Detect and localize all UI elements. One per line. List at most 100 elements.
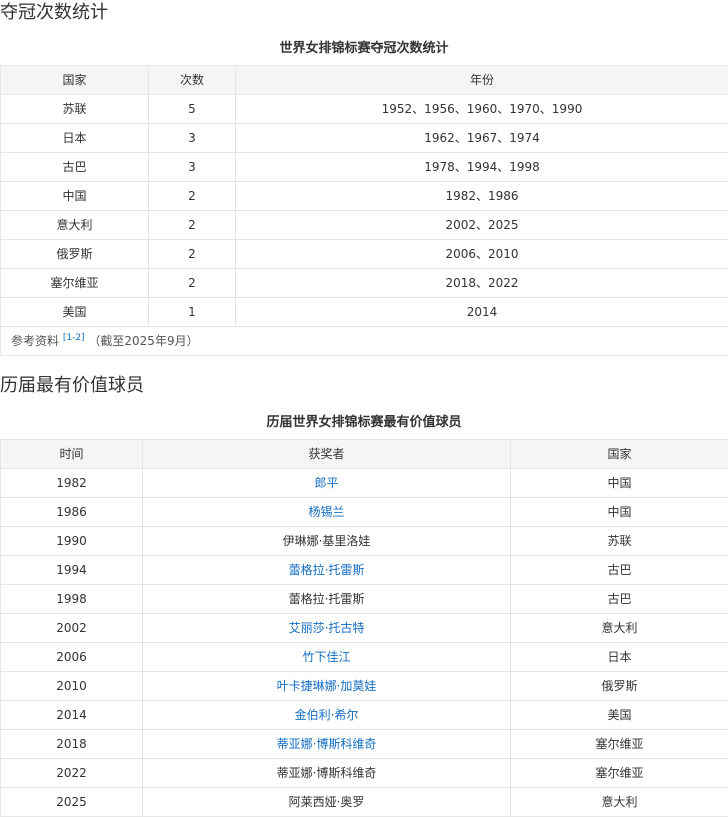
table-row: 2018 蒂亚娜·博斯科维奇 塞尔维亚 [1, 730, 728, 759]
country-cell: 日本 [511, 643, 728, 672]
winner-link[interactable]: 金伯利·希尔 [295, 708, 359, 722]
table-row: 美国12014 [1, 298, 728, 327]
column-header-years: 年份 [236, 66, 728, 95]
country-cell: 古巴 [511, 556, 728, 585]
years-cell: 1978、1994、1998 [236, 153, 728, 182]
year-cell: 1994 [1, 556, 143, 585]
years-cell: 1952、1956、1960、1970、1990 [236, 95, 728, 124]
year-cell: 2022 [1, 759, 143, 788]
winner-cell: 金伯利·希尔 [143, 701, 511, 730]
championships-table: 国家 次数 年份 苏联51952、1956、1960、1970、1990日本31… [0, 65, 728, 356]
country-cell: 塞尔维亚 [511, 730, 728, 759]
year-cell: 1990 [1, 527, 143, 556]
table-row: 2002 艾丽莎·托古特 意大利 [1, 614, 728, 643]
country-cell: 古巴 [1, 153, 149, 182]
year-cell: 2018 [1, 730, 143, 759]
country-cell: 意大利 [511, 614, 728, 643]
country-cell: 意大利 [1, 211, 149, 240]
column-header-count: 次数 [149, 66, 236, 95]
count-cell: 3 [149, 124, 236, 153]
column-header-country: 国家 [511, 440, 728, 469]
winner-cell: 蒂亚娜·博斯科维奇 [143, 759, 511, 788]
winner-cell: 杨锡兰 [143, 498, 511, 527]
count-cell: 2 [149, 211, 236, 240]
winner-link[interactable]: 蒂亚娜·博斯科维奇 [277, 737, 377, 751]
winner-link[interactable]: 蕾格拉·托雷斯 [289, 563, 365, 577]
country-cell: 意大利 [511, 788, 728, 817]
table-header-row: 时间 获奖者 国家 [1, 440, 728, 469]
count-cell: 3 [149, 153, 236, 182]
table-row: 1994 蕾格拉·托雷斯 古巴 [1, 556, 728, 585]
country-cell: 塞尔维亚 [511, 759, 728, 788]
year-cell: 1986 [1, 498, 143, 527]
count-cell: 2 [149, 269, 236, 298]
section-heading-mvp: 历届最有价值球员 [0, 374, 144, 398]
year-cell: 2010 [1, 672, 143, 701]
column-header-year: 时间 [1, 440, 143, 469]
winner-cell: 阿莱西娅·奥罗 [143, 788, 511, 817]
table-caption-mvp: 历届世界女排锦标赛最有价值球员 [0, 414, 728, 432]
winner-name: 阿莱西娅·奥罗 [289, 795, 365, 809]
years-cell: 1962、1967、1974 [236, 124, 728, 153]
country-cell: 日本 [1, 124, 149, 153]
column-header-country: 国家 [1, 66, 149, 95]
year-cell: 2002 [1, 614, 143, 643]
table-row: 俄罗斯22006、2010 [1, 240, 728, 269]
winner-cell: 艾丽莎·托古特 [143, 614, 511, 643]
mvp-table: 时间 获奖者 国家 1982郎平中国1986杨锡兰中国1990伊琳娜·基里洛娃苏… [0, 439, 728, 817]
winner-cell: 蕾格拉·托雷斯 [143, 556, 511, 585]
country-cell: 中国 [511, 498, 728, 527]
country-cell: 俄罗斯 [511, 672, 728, 701]
winner-link[interactable]: 郎平 [314, 476, 338, 490]
winner-cell: 叶卡捷琳娜·加莫娃 [143, 672, 511, 701]
country-cell: 苏联 [511, 527, 728, 556]
table-caption-championships: 世界女排锦标赛夺冠次数统计 [0, 40, 728, 58]
footnote-suffix: （截至2025年9月） [88, 334, 198, 348]
winner-name: 伊琳娜·基里洛娃 [283, 534, 371, 548]
table-row: 2022 蒂亚娜·博斯科维奇 塞尔维亚 [1, 759, 728, 788]
table-row: 2014金伯利·希尔美国 [1, 701, 728, 730]
country-cell: 美国 [1, 298, 149, 327]
winner-link[interactable]: 杨锡兰 [308, 505, 344, 519]
table-header-row: 国家 次数 年份 [1, 66, 728, 95]
winner-cell: 蕾格拉·托雷斯 [143, 585, 511, 614]
country-cell: 美国 [511, 701, 728, 730]
table-row: 2006 竹下佳江 日本 [1, 643, 728, 672]
country-cell: 中国 [1, 182, 149, 211]
table-row: 日本31962、1967、1974 [1, 124, 728, 153]
year-cell: 2025 [1, 788, 143, 817]
reference-link[interactable]: [1-2] [63, 333, 85, 343]
table-row: 中国21982、1986 [1, 182, 728, 211]
winner-name: 蕾格拉·托雷斯 [289, 592, 365, 606]
count-cell: 2 [149, 240, 236, 269]
count-cell: 5 [149, 95, 236, 124]
winner-name: 蒂亚娜·博斯科维奇 [277, 766, 377, 780]
years-cell: 2002、2025 [236, 211, 728, 240]
table-row: 1986 杨锡兰 中国 [1, 498, 728, 527]
winner-cell: 伊琳娜·基里洛娃 [143, 527, 511, 556]
table-row: 1990 伊琳娜·基里洛娃 苏联 [1, 527, 728, 556]
table-row: 1982 郎平 中国 [1, 469, 728, 498]
table-row: 古巴31978、1994、1998 [1, 153, 728, 182]
winner-link[interactable]: 叶卡捷琳娜·加莫娃 [277, 679, 377, 693]
country-cell: 中国 [511, 469, 728, 498]
country-cell: 俄罗斯 [1, 240, 149, 269]
count-cell: 1 [149, 298, 236, 327]
year-cell: 1998 [1, 585, 143, 614]
years-cell: 2014 [236, 298, 728, 327]
footnote-prefix: 参考资料 [11, 334, 59, 348]
winner-cell: 郎平 [143, 469, 511, 498]
winner-link[interactable]: 竹下佳江 [302, 650, 350, 664]
table-row: 苏联51952、1956、1960、1970、1990 [1, 95, 728, 124]
column-header-winner: 获奖者 [143, 440, 511, 469]
year-cell: 2006 [1, 643, 143, 672]
table-row: 1998蕾格拉·托雷斯古巴 [1, 585, 728, 614]
year-cell: 1982 [1, 469, 143, 498]
table-row: 意大利22002、2025 [1, 211, 728, 240]
country-cell: 苏联 [1, 95, 149, 124]
winner-cell: 竹下佳江 [143, 643, 511, 672]
years-cell: 2018、2022 [236, 269, 728, 298]
footnote-cell: 参考资料 [1-2] （截至2025年9月） [1, 327, 728, 356]
years-cell: 1982、1986 [236, 182, 728, 211]
winner-link[interactable]: 艾丽莎·托古特 [289, 621, 365, 635]
